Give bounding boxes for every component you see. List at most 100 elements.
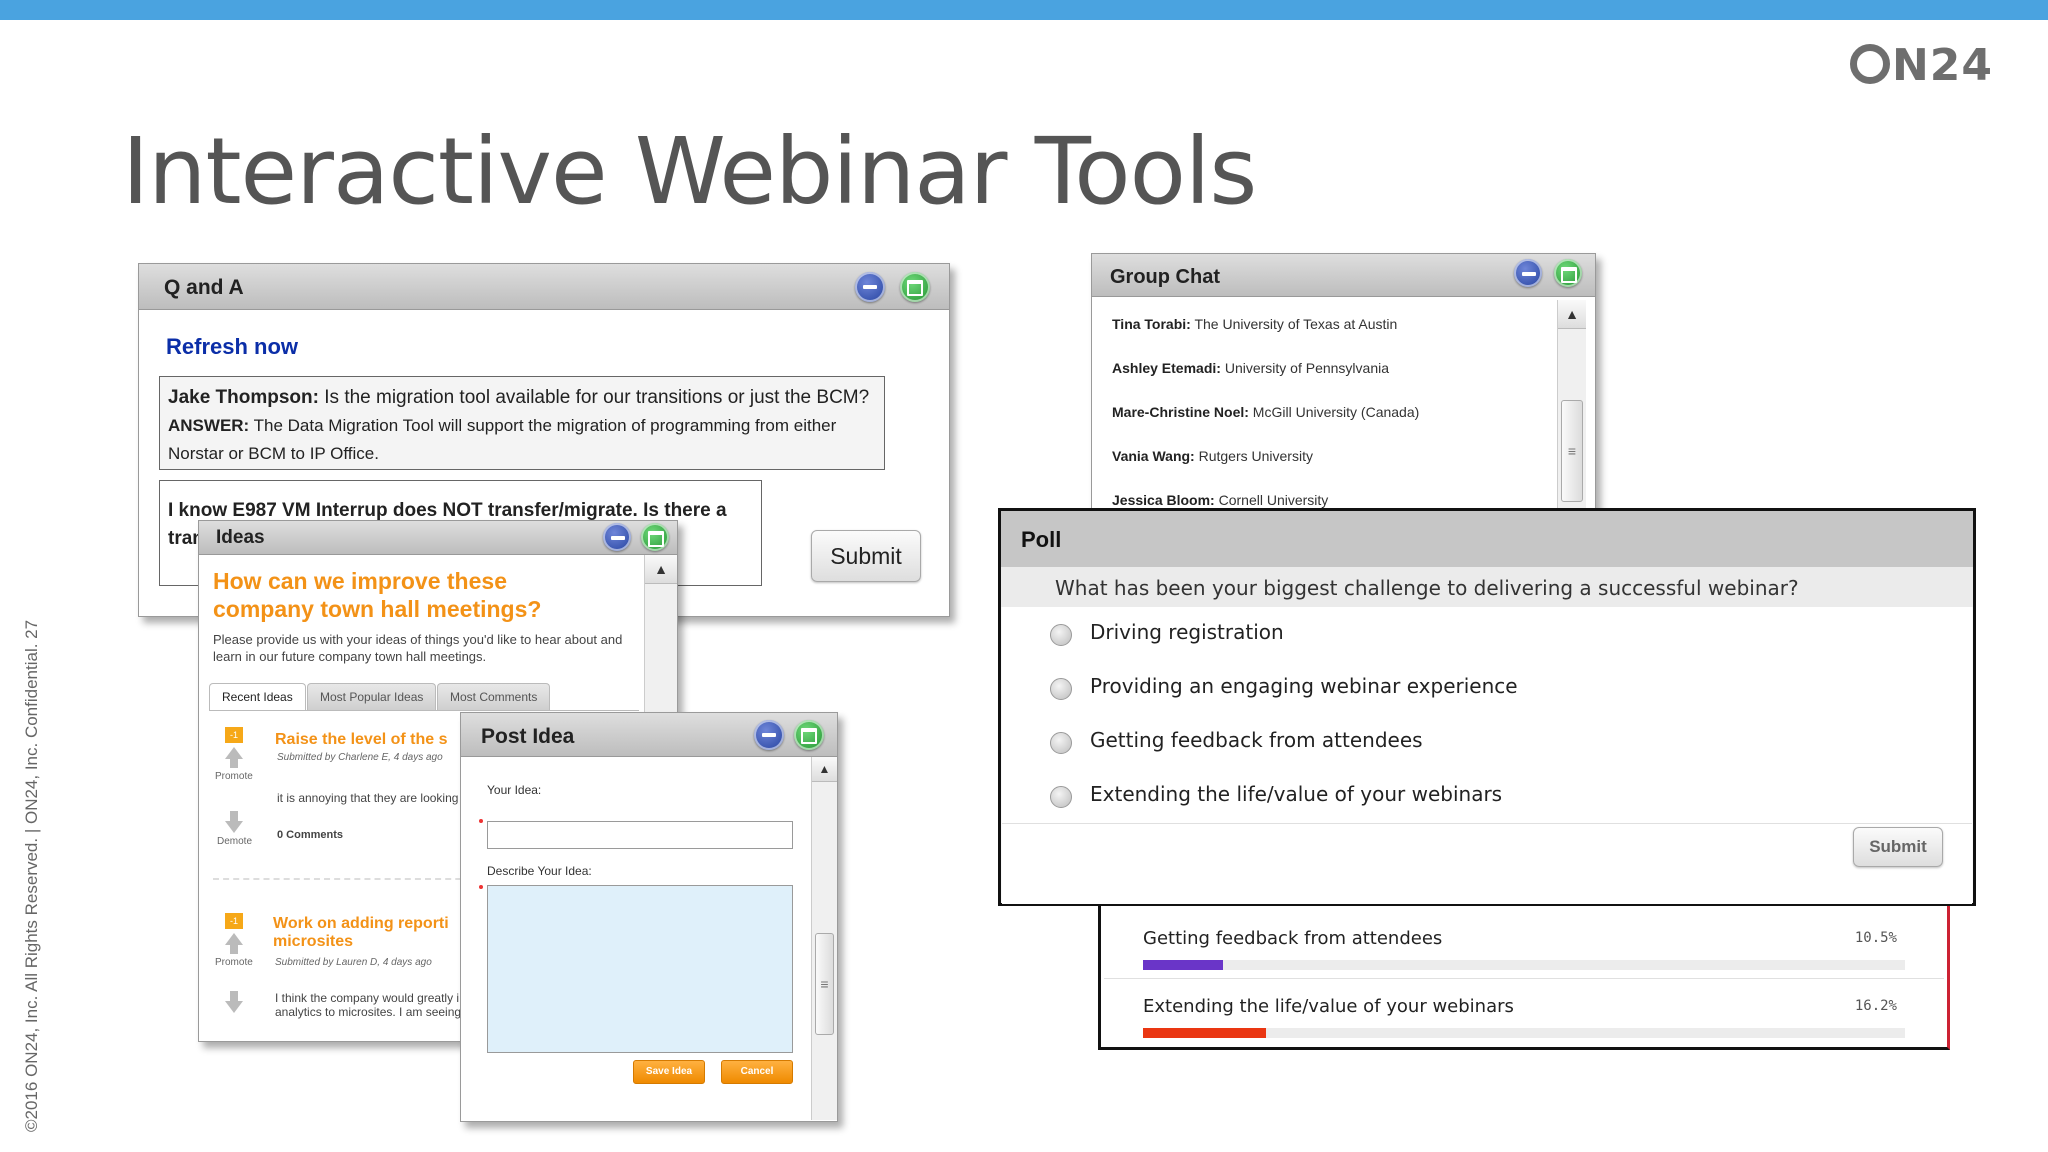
group-chat-header: Group Chat [1092, 254, 1595, 297]
chat-message: Vania Wang: Rutgers University [1112, 448, 1313, 464]
post-idea-window: Post Idea ▲ Your Idea: Describe Your Ide… [460, 712, 838, 1122]
on24-logo: N24 [1849, 40, 1993, 91]
top-accent-bar [0, 0, 2048, 20]
post-idea-scroll-thumb[interactable] [815, 933, 834, 1035]
result-percent: 16.2% [1854, 998, 1897, 1014]
idea-comments-link[interactable]: 0 Comments [277, 829, 343, 841]
required-marker [479, 819, 483, 823]
qa-answer: ANSWER: The Data Migration Tool will sup… [168, 412, 876, 468]
ideas-maximize-icon[interactable] [641, 523, 669, 551]
chat-maximize-icon[interactable] [1554, 259, 1582, 287]
ideas-window-title: Ideas [216, 527, 265, 548]
chat-sender: Mare-Christine Noel: [1112, 404, 1249, 420]
demote-label: Demote [217, 836, 253, 847]
poll-option-label: Providing an engaging webinar experience [1090, 674, 1518, 698]
ideas-scroll-up-icon[interactable]: ▲ [645, 555, 677, 584]
idea-description-textarea[interactable] [487, 885, 793, 1053]
tab-most-comments[interactable]: Most Comments [437, 683, 551, 710]
qa-question-author: Jake Thompson: [168, 387, 319, 408]
chat-message: Tina Torabi: The University of Texas at … [1112, 316, 1397, 332]
describe-idea-label: Describe Your Idea: [487, 864, 592, 878]
ideas-minimize-icon[interactable] [603, 523, 631, 551]
qa-question: Jake Thompson: Is the migration tool ava… [168, 384, 876, 412]
slide-footer-copyright: ©2016 ON24, Inc. All Rights Reserved. | … [22, 619, 41, 1132]
logo-text: N24 [1891, 40, 1993, 91]
poll-header: Poll [1001, 511, 1973, 567]
qa-maximize-icon[interactable] [900, 272, 930, 302]
idea-title-link[interactable]: Raise the level of the s [275, 731, 448, 749]
result-label: Extending the life/value of your webinar… [1143, 996, 1514, 1017]
poll-option[interactable]: Driving registration [1002, 607, 1972, 662]
chat-message: Ashley Etemadi: University of Pennsylvan… [1112, 360, 1389, 376]
chat-text: Rutgers University [1194, 448, 1313, 464]
qa-minimize-icon[interactable] [855, 272, 885, 302]
chat-sender: Jessica Bloom: [1112, 492, 1215, 508]
post-idea-header: Post Idea [461, 713, 837, 757]
chat-sender: Vania Wang: [1112, 448, 1195, 464]
promote-label: Promote [215, 771, 253, 782]
poll-submit-button[interactable]: Submit [1853, 827, 1943, 867]
poll-option-label: Driving registration [1090, 620, 1284, 644]
qa-answer-label: ANSWER: [168, 416, 250, 435]
chat-scroll-thumb[interactable] [1561, 400, 1583, 502]
tab-most-popular-ideas[interactable]: Most Popular Ideas [307, 683, 437, 710]
qa-submit-button[interactable]: Submit [811, 530, 921, 582]
chat-sender: Tina Torabi: [1112, 316, 1191, 332]
post-idea-scroll-up-icon[interactable]: ▲ [812, 757, 837, 782]
poll-option-label: Getting feedback from attendees [1090, 728, 1423, 752]
save-idea-button[interactable]: Save Idea [633, 1060, 705, 1084]
qa-refresh-link[interactable]: Refresh now [166, 334, 298, 360]
ideas-window-header: Ideas [199, 521, 677, 555]
idea-body: I think the company would greatly i anal… [275, 991, 462, 1019]
chat-message: Jessica Bloom: Cornell University [1112, 492, 1328, 508]
chat-scroll-up-icon[interactable]: ▲ [1558, 300, 1586, 329]
idea-meta: Submitted by Charlene E, 4 days ago [277, 752, 443, 763]
chat-text: University of Pennsylvania [1220, 360, 1390, 376]
qa-answer-text: The Data Migration Tool will support the… [168, 416, 837, 463]
chat-scrollbar[interactable]: ▲ [1557, 300, 1586, 519]
chat-minimize-icon[interactable] [1514, 259, 1542, 287]
chat-text: The University of Texas at Austin [1190, 316, 1398, 332]
post-idea-scrollbar[interactable]: ▲ [811, 757, 837, 1120]
result-label: Getting feedback from attendees [1143, 928, 1443, 949]
result-percent: 10.5% [1854, 930, 1897, 946]
qa-window-header: Q and A [139, 264, 949, 310]
slide-title: Interactive Webinar Tools [122, 118, 1257, 225]
demote-arrow-icon[interactable] [225, 1001, 243, 1013]
poll-option-label: Extending the life/value of your webinar… [1090, 782, 1503, 806]
poll-option[interactable]: Getting feedback from attendees [1002, 715, 1972, 770]
group-chat-title: Group Chat [1110, 266, 1220, 288]
poll-option-radio[interactable] [1050, 786, 1072, 808]
promote-label: Promote [215, 957, 253, 968]
result-bar-fill [1143, 1028, 1267, 1038]
ideas-tabs: Recent Ideas Most Popular Ideas Most Com… [209, 683, 639, 711]
idea-title-input[interactable] [487, 821, 793, 849]
cancel-button[interactable]: Cancel [721, 1060, 793, 1084]
result-bar-track [1143, 1028, 1905, 1038]
chat-text: Cornell University [1214, 492, 1329, 508]
poll-title: Poll [1021, 527, 1062, 552]
poll-option[interactable]: Providing an engaging webinar experience [1002, 661, 1972, 716]
required-marker [479, 885, 483, 889]
result-bar-track [1143, 960, 1905, 970]
chat-text: McGill University (Canada) [1248, 404, 1420, 420]
chat-sender: Ashley Etemadi: [1112, 360, 1221, 376]
your-idea-label: Your Idea: [487, 783, 542, 797]
poll-option-radio[interactable] [1050, 624, 1072, 646]
result-row: Extending the life/value of your webinar… [1143, 996, 1905, 1046]
idea-title-link[interactable]: Work on adding reporti microsites [273, 915, 473, 951]
ideas-headline: How can we improve these company town ha… [213, 568, 542, 622]
demote-arrow-icon[interactable] [225, 821, 243, 833]
vote-badge: -1 [225, 913, 243, 929]
ideas-intro: Please provide us with your ideas of thi… [213, 632, 623, 664]
post-idea-maximize-icon[interactable] [794, 720, 824, 750]
idea-meta: Submitted by Lauren D, 4 days ago [275, 957, 432, 968]
post-idea-minimize-icon[interactable] [754, 720, 784, 750]
poll-option-radio[interactable] [1050, 678, 1072, 700]
post-idea-title: Post Idea [481, 725, 575, 748]
poll-option-radio[interactable] [1050, 732, 1072, 754]
poll-option[interactable]: Extending the life/value of your webinar… [1002, 769, 1972, 824]
result-bar-fill [1143, 960, 1223, 970]
qa-entry: Jake Thompson: Is the migration tool ava… [159, 376, 885, 470]
tab-recent-ideas[interactable]: Recent Ideas [209, 683, 306, 710]
